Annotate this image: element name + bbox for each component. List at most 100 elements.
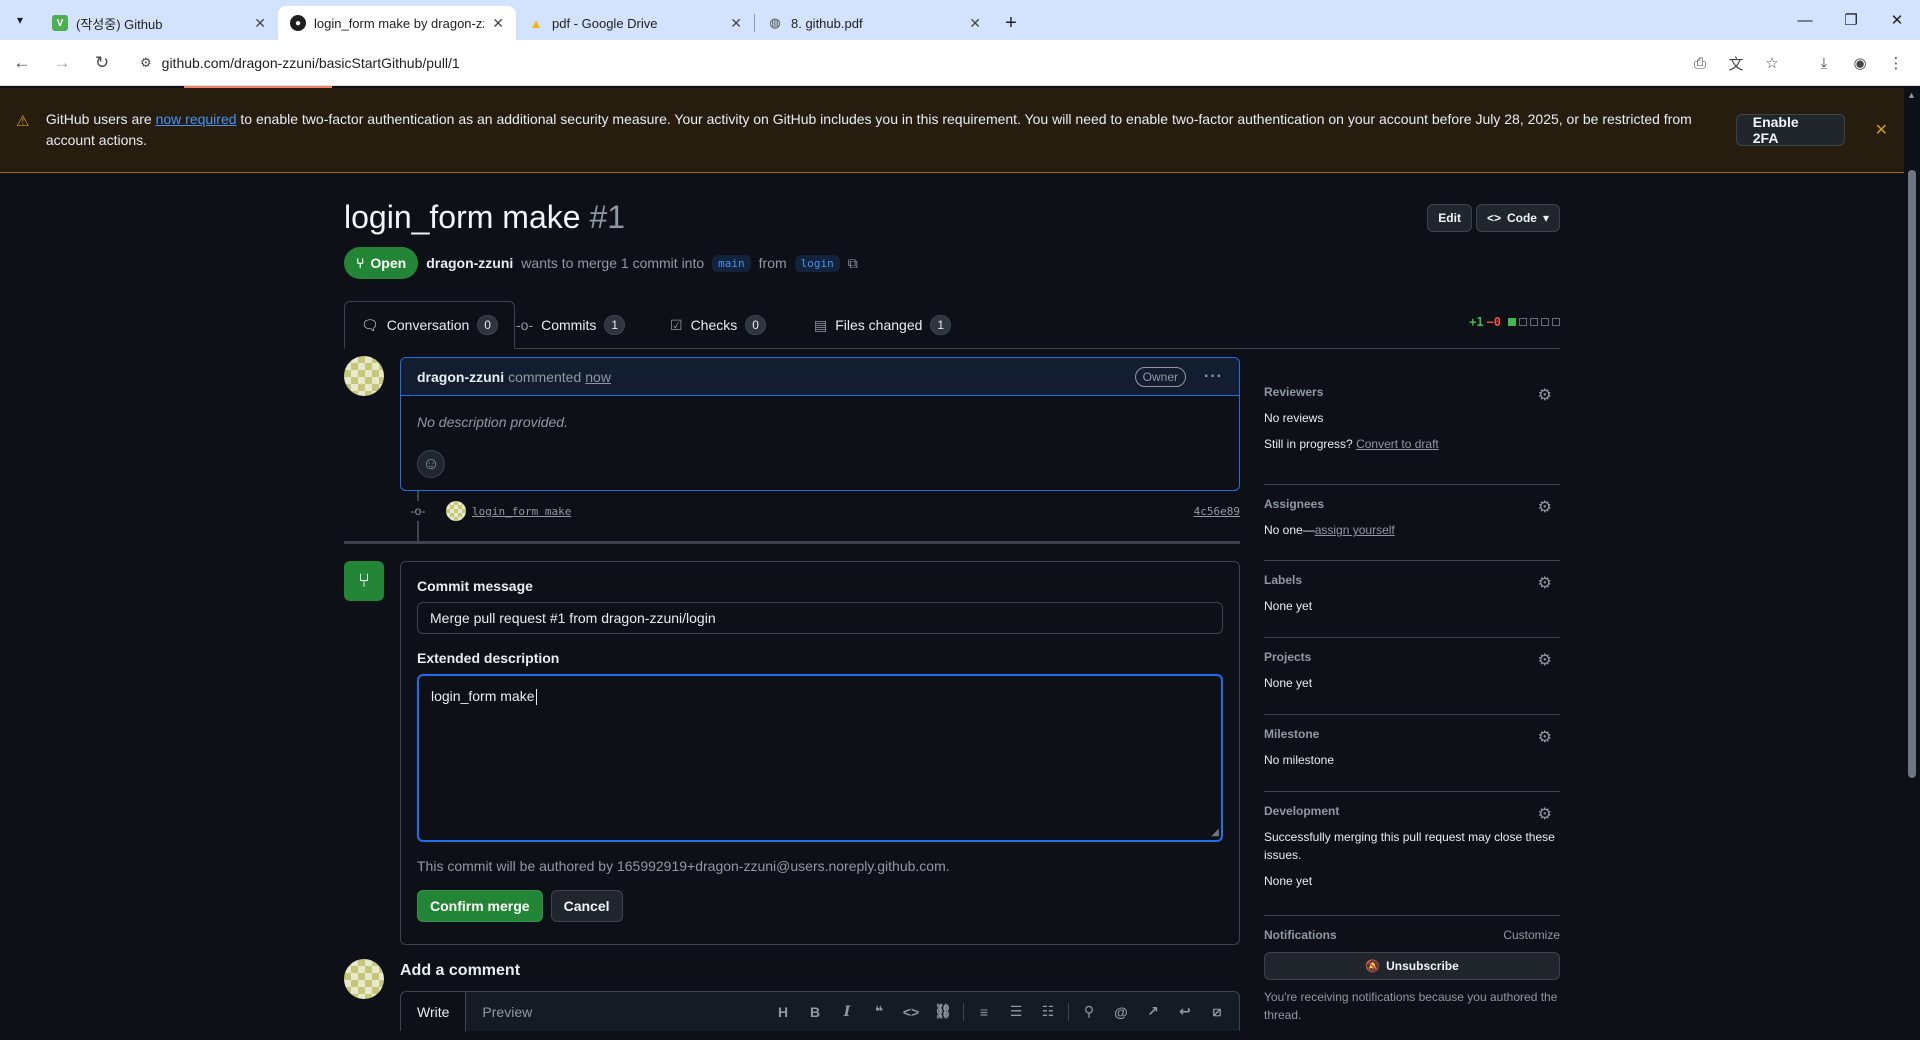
ordered-list-icon[interactable]: ≡ — [968, 998, 1000, 1026]
page-scrollbar[interactable]: ▲ — [1904, 88, 1920, 1040]
commit-message-link[interactable]: login_form make — [472, 505, 571, 518]
gear-icon[interactable]: ⚙ — [1538, 650, 1552, 670]
confirm-merge-button[interactable]: Confirm merge — [417, 890, 543, 922]
scroll-thumb[interactable] — [1908, 170, 1916, 778]
paperclip-icon[interactable]: ⚲ — [1073, 998, 1105, 1026]
slash-commands-icon[interactable]: ⧄ — [1201, 998, 1233, 1026]
install-app-icon[interactable]: ⎙ — [1684, 47, 1716, 79]
resize-handle-icon[interactable]: ◢ — [1211, 827, 1219, 838]
comment-header: dragon-zzuni commented now Owner ··· — [401, 358, 1239, 396]
gear-icon[interactable]: ⚙ — [1538, 727, 1552, 747]
sidebar-section-title: Projects — [1264, 650, 1312, 664]
text-caret — [535, 689, 537, 706]
gear-icon[interactable]: ⚙ — [1538, 497, 1552, 517]
deletions-count: −0 — [1486, 315, 1501, 329]
new-tab-icon[interactable]: + — [993, 6, 1029, 40]
italic-icon[interactable]: I — [831, 998, 863, 1026]
browser-tab-4[interactable]: ◍ 8. github.pdf ✕ — [755, 6, 993, 40]
heading-icon[interactable]: H — [767, 998, 799, 1026]
no-one-text: No one— — [1264, 523, 1315, 537]
close-tab-icon[interactable]: ✕ — [969, 15, 981, 32]
base-branch[interactable]: main — [712, 254, 751, 272]
gear-icon[interactable]: ⚙ — [1538, 573, 1552, 593]
cancel-button[interactable]: Cancel — [550, 890, 623, 922]
tab-conversation[interactable]: 🗨 Conversation 0 — [344, 301, 515, 349]
convert-to-draft-link[interactable]: Convert to draft — [1356, 437, 1439, 451]
code-icon[interactable]: <> — [895, 998, 927, 1026]
draft-prompt-text: Still in progress? — [1264, 437, 1353, 451]
reply-icon[interactable]: ↩ — [1169, 998, 1201, 1026]
scroll-up-icon[interactable]: ▲ — [1907, 90, 1916, 100]
commit-sha-link[interactable]: 4c56e89 — [1194, 505, 1240, 518]
gear-icon[interactable]: ⚙ — [1538, 385, 1552, 405]
bold-icon[interactable]: B — [799, 998, 831, 1026]
quote-icon[interactable]: ❝ — [863, 998, 895, 1026]
sidebar-section-title: Development — [1264, 804, 1340, 818]
copy-icon[interactable]: ⧉ — [848, 255, 858, 272]
close-tab-icon[interactable]: ✕ — [730, 15, 742, 32]
site-info-icon[interactable]: ⚙ — [140, 55, 152, 71]
extended-description-textarea[interactable]: login_form make ◢ — [417, 674, 1223, 842]
unsubscribe-label: Unsubscribe — [1386, 959, 1459, 973]
close-window-icon[interactable]: ✕ — [1874, 0, 1920, 40]
code-button[interactable]: <> Code ▾ — [1475, 204, 1560, 232]
avatar[interactable] — [344, 959, 384, 999]
unordered-list-icon[interactable]: ☰ — [1000, 998, 1032, 1026]
browser-menu-icon[interactable]: ⋮ — [1880, 47, 1912, 79]
browser-tab-strip: ▾ V (작성중) Github ✕ ● login_form make by … — [0, 0, 1920, 40]
browser-tab-3[interactable]: ▲ pdf - Google Drive ✕ — [516, 6, 754, 40]
url-input[interactable]: ⚙ github.com/dragon-zzuni/basicStartGith… — [128, 45, 1668, 80]
bookmark-star-icon[interactable]: ☆ — [1756, 47, 1788, 79]
unsubscribe-button[interactable]: 🔕 Unsubscribe — [1264, 952, 1560, 980]
pull-request-icon: ⑂ — [356, 255, 365, 271]
tab-search-icon[interactable]: ▾ — [0, 0, 40, 40]
kebab-menu-icon[interactable]: ··· — [1204, 368, 1223, 386]
avatar[interactable] — [344, 356, 384, 396]
restore-icon[interactable]: ❐ — [1828, 0, 1874, 40]
head-branch[interactable]: login — [794, 254, 840, 272]
profile-icon[interactable]: ◉ — [1844, 47, 1876, 79]
diffstat: +1 −0 — [1469, 315, 1560, 329]
close-icon[interactable]: ✕ — [1875, 120, 1888, 140]
cross-reference-icon[interactable]: ↗ — [1137, 998, 1169, 1026]
assign-yourself-link[interactable]: assign yourself — [1315, 523, 1395, 537]
link-icon[interactable]: ⛓ — [927, 998, 959, 1026]
now-required-link[interactable]: now required — [156, 111, 237, 127]
minimize-icon[interactable]: — — [1782, 0, 1828, 40]
gear-icon[interactable]: ⚙ — [1538, 804, 1552, 824]
customize-link[interactable]: Customize — [1503, 928, 1560, 942]
back-icon[interactable]: ← — [4, 45, 40, 81]
browser-tab-2[interactable]: ● login_form make by dragon-zzuni ✕ — [278, 6, 516, 40]
tab-title: login_form make by dragon-zzuni — [314, 15, 484, 31]
pr-title-text: login_form make — [344, 199, 581, 235]
status-badge: ⑂ Open — [344, 247, 419, 279]
close-tab-icon[interactable]: ✕ — [254, 15, 266, 32]
translate-icon[interactable]: 文 — [1720, 47, 1752, 79]
tab-counter: 0 — [477, 315, 498, 335]
development-description: Successfully merging this pull request m… — [1264, 830, 1555, 862]
pr-author-link[interactable]: dragon-zzuni — [426, 255, 513, 271]
comment-author-link[interactable]: dragon-zzuni — [417, 369, 504, 385]
owner-badge: Owner — [1134, 366, 1187, 387]
sidebar-milestone: Milestone ⚙ No milestone — [1264, 715, 1560, 792]
close-tab-icon[interactable]: ✕ — [492, 15, 504, 32]
task-list-icon[interactable]: ☷ — [1032, 998, 1064, 1026]
enable-2fa-button[interactable]: Enable 2FA — [1735, 114, 1845, 146]
reload-icon[interactable]: ↻ — [84, 45, 120, 81]
commit-message-input[interactable]: Merge pull request #1 from dragon-zzuni/… — [417, 602, 1223, 634]
tab-files-changed[interactable]: ▤ Files changed 1 — [798, 301, 967, 349]
sidebar-value: None yet — [1264, 676, 1313, 690]
browser-tab-1[interactable]: V (작성중) Github ✕ — [40, 6, 278, 40]
diffstat-block — [1519, 318, 1527, 326]
tab-write[interactable]: Write — [401, 991, 467, 1032]
avatar[interactable] — [446, 501, 466, 521]
mention-icon[interactable]: @ — [1105, 998, 1137, 1026]
comment-timestamp-link[interactable]: now — [585, 369, 611, 385]
edit-button[interactable]: Edit — [1427, 204, 1472, 232]
tab-checks[interactable]: ☑ Checks 0 — [654, 301, 782, 349]
tab-commits[interactable]: -o- Commits 1 — [500, 301, 641, 349]
forward-icon[interactable]: → — [44, 45, 80, 81]
tab-preview[interactable]: Preview — [466, 992, 548, 1032]
download-icon[interactable]: ⤓ — [1808, 47, 1840, 79]
smiley-icon[interactable]: ☺ — [417, 450, 445, 478]
